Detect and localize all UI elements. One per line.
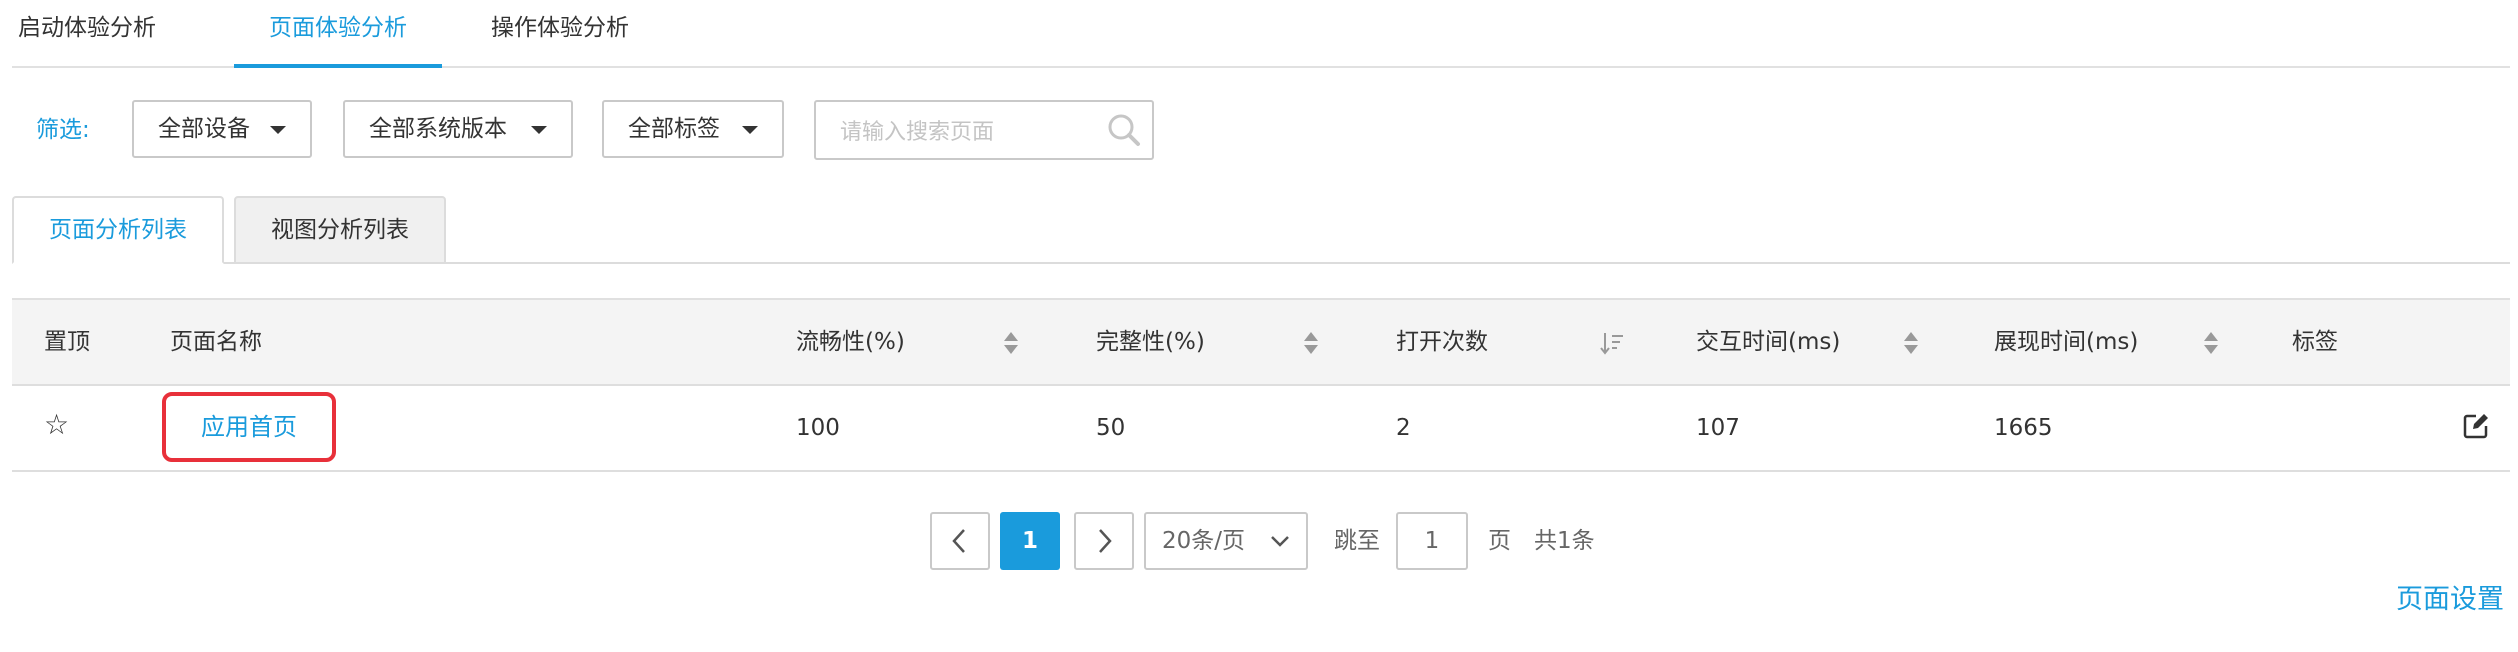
column-header-smoothness[interactable]: 流畅性(%) [796, 300, 905, 384]
cell-display-time: 1665 [1994, 415, 2053, 441]
table-row: ☆ 应用首页 100 50 2 107 1665 [12, 386, 2510, 472]
column-header-completeness[interactable]: 完整性(%) [1096, 300, 1205, 384]
tab-page-analysis-list[interactable]: 页面分析列表 [12, 196, 224, 264]
total-count: 共1条 [1534, 528, 1595, 554]
sort-arrows-icon[interactable] [1902, 330, 1920, 356]
column-header-display-time[interactable]: 展现时间(ms) [1994, 300, 2138, 384]
tags-dropdown-label: 全部标签 [628, 116, 720, 142]
chevron-down-icon [1271, 536, 1289, 547]
edit-icon[interactable] [2462, 412, 2490, 440]
caret-down-icon [742, 126, 758, 134]
chevron-left-icon [952, 529, 965, 553]
sort-arrows-icon[interactable] [2202, 330, 2220, 356]
cell-interaction-time: 107 [1696, 415, 1740, 441]
star-outline-icon[interactable]: ☆ [44, 410, 74, 440]
column-header-page-name: 页面名称 [170, 329, 262, 355]
cell-smoothness: 100 [796, 415, 840, 441]
tab-page-experience[interactable]: 页面体验分析 [234, 0, 442, 68]
column-header-open-count[interactable]: 打开次数 [1396, 300, 1488, 384]
column-header-pin: 置顶 [44, 329, 90, 355]
table-header: 置顶 页面名称 流畅性(%) 完整性(%) 打开次数 交互时间(ms) 展现时间… [12, 298, 2510, 386]
caret-down-icon [531, 126, 547, 134]
sort-descending-icon[interactable] [1600, 330, 1624, 356]
next-page-button[interactable] [1074, 512, 1134, 570]
device-dropdown[interactable]: 全部设备 [132, 100, 312, 158]
sort-arrows-icon[interactable] [1002, 330, 1020, 356]
prev-page-button[interactable] [930, 512, 990, 570]
search-box [814, 100, 1154, 160]
page-size-label: 20条/页 [1162, 528, 1246, 554]
jump-page-input[interactable] [1396, 512, 1468, 570]
tab-operation-experience[interactable]: 操作体验分析 [482, 0, 638, 64]
device-dropdown-label: 全部设备 [158, 116, 250, 142]
caret-down-icon [270, 126, 286, 134]
cell-completeness: 50 [1096, 415, 1126, 441]
column-header-tags: 标签 [2292, 329, 2338, 355]
os-version-dropdown-label: 全部系统版本 [369, 116, 507, 142]
column-header-interaction-time[interactable]: 交互时间(ms) [1696, 300, 1840, 384]
top-tab-bar: 启动体验分析 页面体验分析 操作体验分析 [12, 0, 2510, 68]
tab-view-analysis-list[interactable]: 视图分析列表 [234, 196, 446, 264]
page-number-current[interactable]: 1 [1000, 512, 1060, 570]
highlight-box: 应用首页 [162, 392, 336, 462]
filter-label: 筛选: [36, 117, 90, 143]
page-size-select[interactable]: 20条/页 [1144, 512, 1308, 570]
search-input[interactable] [838, 114, 1092, 150]
sort-arrows-icon[interactable] [1302, 330, 1320, 356]
page-name-link[interactable]: 应用首页 [166, 396, 332, 458]
jump-label: 跳至 [1334, 528, 1380, 554]
page-unit-label: 页 [1488, 528, 1511, 554]
cell-open-count: 2 [1396, 415, 1411, 441]
chevron-right-icon [1099, 529, 1112, 553]
tab-startup-experience[interactable]: 启动体验分析 [12, 0, 162, 64]
page-settings-link[interactable]: 页面设置 [2396, 580, 2504, 620]
tags-dropdown[interactable]: 全部标签 [602, 100, 784, 158]
search-icon[interactable] [1104, 110, 1144, 150]
os-version-dropdown[interactable]: 全部系统版本 [343, 100, 573, 158]
